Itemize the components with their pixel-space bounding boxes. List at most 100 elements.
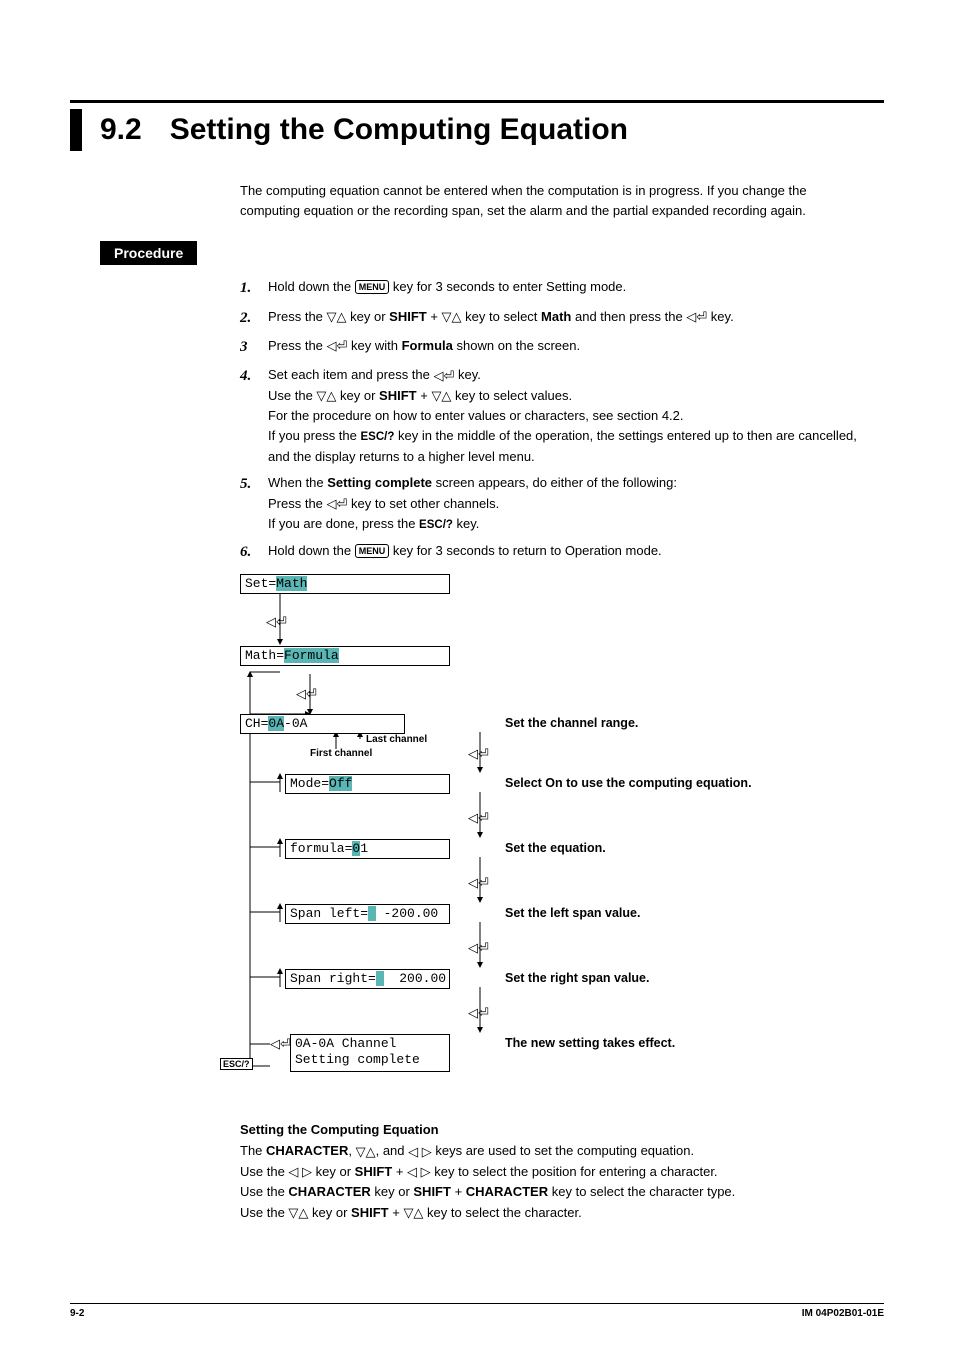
text: Setting complete (295, 1052, 420, 1067)
enter-icon: ◁⏎ (468, 810, 489, 826)
highlight: Formula (284, 648, 339, 663)
label-mode: Select On to use the computing equation. (505, 776, 752, 790)
text: Press the (268, 496, 327, 511)
text: keys are used to set the computing equat… (432, 1143, 694, 1158)
text: , (348, 1143, 355, 1158)
highlight (368, 906, 376, 921)
section-title: Setting the Computing Equation (170, 113, 628, 151)
character-key: CHARACTER (266, 1143, 348, 1158)
text: , and (376, 1143, 409, 1158)
step-number: 6. (240, 541, 268, 564)
down-up-icon: ▽△ (288, 1203, 308, 1223)
label-formula: Set the equation. (505, 841, 606, 855)
enter-icon: ◁⏎ (270, 1036, 291, 1052)
step-5: 5. When the Setting complete screen appe… (240, 473, 864, 535)
text: + (427, 309, 442, 324)
text: 1 (360, 841, 368, 856)
text: The (240, 1143, 266, 1158)
text: key. (453, 516, 480, 531)
enter-icon: ◁⏎ (266, 614, 287, 630)
text: If you are done, press the (268, 516, 419, 531)
subsection-heading: Setting the Computing Equation (240, 1122, 864, 1137)
left-right-icon: ◁ ▷ (407, 1162, 431, 1182)
text: key with (347, 338, 401, 353)
text: key for 3 seconds to return to Operation… (389, 543, 661, 558)
menu-flow-diagram: Set=Math ◁⏎ Math=Formula ◁⏎ CH=0A-0A Las… (240, 574, 864, 1104)
label-complete: The new setting takes effect. (505, 1036, 675, 1050)
step-6: 6. Hold down the MENU key for 3 seconds … (240, 541, 864, 564)
text: key. (707, 309, 734, 324)
text: key to select the character type. (548, 1184, 735, 1199)
highlight: 0A (268, 716, 284, 731)
text: Span right= (290, 971, 376, 986)
screen-ch: CH=0A-0A (240, 714, 405, 734)
left-right-icon: ◁ ▷ (408, 1142, 432, 1162)
text: key to select (462, 309, 541, 324)
text: + (392, 1164, 407, 1179)
step-number: 4. (240, 365, 268, 467)
text: + (417, 388, 432, 403)
text: + (451, 1184, 466, 1199)
text: CH= (245, 716, 268, 731)
menu-key-icon: MENU (355, 544, 390, 558)
screen-complete: 0A-0A Channel Setting complete (290, 1034, 450, 1072)
text: Use the (240, 1205, 288, 1220)
label-span-right: Set the right span value. (505, 971, 649, 985)
enter-icon: ◁⏎ (468, 746, 489, 762)
intro-paragraph: The computing equation cannot be entered… (240, 181, 864, 221)
step-3: 3 Press the ◁⏎ key with Formula shown on… (240, 336, 864, 359)
first-channel-label: First channel (310, 748, 372, 759)
title-block (70, 109, 82, 151)
screen-span-left: Span left= -200.00 (285, 904, 450, 924)
section-number: 9.2 (100, 113, 142, 151)
text: Set= (245, 576, 276, 591)
text: key to select values. (451, 388, 572, 403)
enter-icon: ◁⏎ (433, 366, 454, 386)
text: key. (454, 367, 481, 382)
step-number: 2. (240, 307, 268, 330)
text: Use the (240, 1184, 288, 1199)
shift-key: SHIFT (389, 309, 427, 324)
enter-icon: ◁⏎ (296, 686, 317, 702)
step-number: 3 (240, 336, 268, 359)
step-number: 5. (240, 473, 268, 535)
text: Use the (268, 388, 316, 403)
procedure-heading: Procedure (100, 241, 197, 265)
text: key or (312, 1164, 355, 1179)
procedure-list: 1. Hold down the MENU key for 3 seconds … (240, 277, 864, 564)
left-right-icon: ◁ ▷ (288, 1162, 312, 1182)
text: key or (308, 1205, 351, 1220)
text: For the procedure on how to enter values… (268, 408, 684, 423)
text: screen appears, do either of the followi… (432, 475, 677, 490)
text: Use the (240, 1164, 288, 1179)
character-key: CHARACTER (466, 1184, 548, 1199)
enter-icon: ◁⏎ (468, 1005, 489, 1021)
text: key or (371, 1184, 414, 1199)
paragraph: The CHARACTER, ▽△ , and ◁ ▷ keys are used… (240, 1141, 864, 1223)
step-2: 2. Press the ▽△ key or SHIFT + ▽△ key to… (240, 307, 864, 330)
text: Span left= (290, 906, 368, 921)
text: Mode= (290, 776, 329, 791)
text: key or (336, 388, 379, 403)
esc-key: ESC/? (419, 519, 453, 531)
enter-icon: ◁⏎ (327, 336, 348, 356)
text: + (389, 1205, 404, 1220)
menu-key-icon: MENU (355, 280, 390, 294)
character-key: CHARACTER (288, 1184, 370, 1199)
math-label: Math (541, 309, 571, 324)
screen-set: Set=Math (240, 574, 450, 594)
text: Hold down the (268, 543, 355, 558)
highlight: Off (329, 776, 352, 791)
text: 200.00 (384, 971, 446, 986)
text: shown on the screen. (453, 338, 580, 353)
step-number: 1. (240, 277, 268, 300)
text: When the (268, 475, 327, 490)
text: If you press the (268, 428, 361, 443)
text: key to select the character. (423, 1205, 581, 1220)
text: Press the (268, 338, 327, 353)
section-title-row: 9.2 Setting the Computing Equation (70, 100, 884, 151)
page-number: 9-2 (70, 1308, 84, 1319)
shift-key: SHIFT (379, 388, 417, 403)
down-up-icon: ▽△ (327, 307, 347, 327)
shift-key: SHIFT (351, 1205, 389, 1220)
